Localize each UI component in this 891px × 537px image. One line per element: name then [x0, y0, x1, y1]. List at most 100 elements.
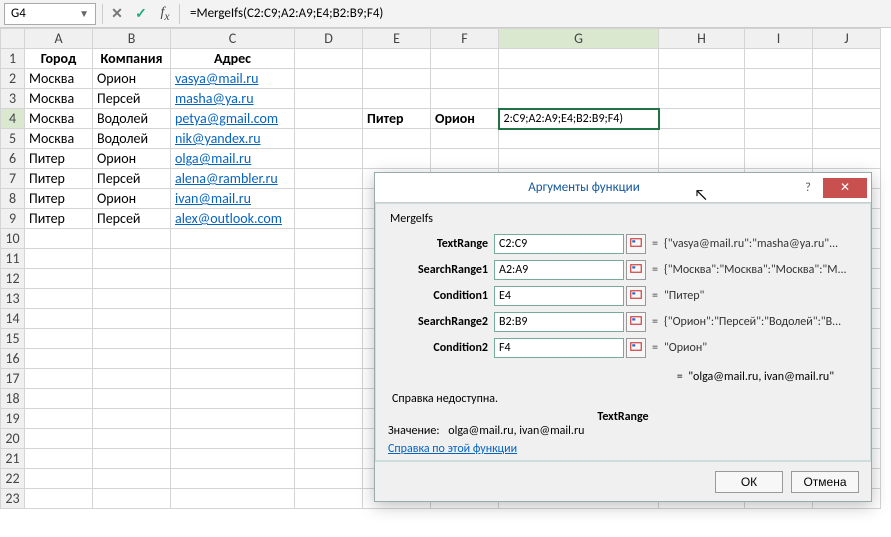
range-selector-icon[interactable] [626, 260, 646, 280]
column-header-F[interactable]: F [431, 29, 499, 49]
cell-C5[interactable]: nik@yandex.ru [171, 129, 295, 149]
cell-E1[interactable] [363, 49, 431, 69]
cell-A15[interactable] [25, 329, 93, 349]
cell-B23[interactable] [93, 489, 171, 509]
insert-function-button[interactable]: fx [153, 3, 177, 25]
range-selector-icon[interactable] [626, 286, 646, 306]
cell-D13[interactable] [295, 289, 363, 309]
cell-I2[interactable] [745, 69, 813, 89]
select-all-corner[interactable] [1, 29, 25, 49]
name-box-dropdown-icon[interactable]: ▼ [79, 7, 89, 20]
cell-D8[interactable] [295, 189, 363, 209]
cell-A7[interactable]: Питер [25, 169, 93, 189]
cell-D17[interactable] [295, 369, 363, 389]
cell-A9[interactable]: Питер [25, 209, 93, 229]
dialog-close-button[interactable]: ✕ [823, 178, 867, 198]
cell-D18[interactable] [295, 389, 363, 409]
cell-B15[interactable] [93, 329, 171, 349]
cell-B18[interactable] [93, 389, 171, 409]
cell-D16[interactable] [295, 349, 363, 369]
cell-D7[interactable] [295, 169, 363, 189]
cell-I4[interactable] [745, 109, 813, 129]
cell-J5[interactable] [813, 129, 881, 149]
cell-A21[interactable] [25, 449, 93, 469]
column-header-J[interactable]: J [813, 29, 881, 49]
row-header-20[interactable]: 20 [1, 429, 25, 449]
cell-B20[interactable] [93, 429, 171, 449]
cell-B11[interactable] [93, 249, 171, 269]
cell-C9[interactable]: alex@outlook.com [171, 209, 295, 229]
cell-A14[interactable] [25, 309, 93, 329]
cell-E5[interactable] [363, 129, 431, 149]
cell-E4[interactable]: Питер [363, 109, 431, 129]
cell-C1[interactable]: Адрес [171, 49, 295, 69]
cell-C7[interactable]: alena@rambler.ru [171, 169, 295, 189]
cell-G1[interactable] [499, 49, 659, 69]
cancel-button[interactable]: Отмена [791, 471, 859, 493]
cell-D3[interactable] [295, 89, 363, 109]
cell-F5[interactable] [431, 129, 499, 149]
row-header-9[interactable]: 9 [1, 209, 25, 229]
cell-B16[interactable] [93, 349, 171, 369]
row-header-22[interactable]: 22 [1, 469, 25, 489]
cell-B10[interactable] [93, 229, 171, 249]
cell-A16[interactable] [25, 349, 93, 369]
cell-C3[interactable]: masha@ya.ru [171, 89, 295, 109]
cell-J3[interactable] [813, 89, 881, 109]
cell-D23[interactable] [295, 489, 363, 509]
formula-input[interactable]: =MergeIfs(C2:C9;A2:A9;E4;B2:B9;F4) [182, 6, 891, 21]
cell-D1[interactable] [295, 49, 363, 69]
cell-A8[interactable]: Питер [25, 189, 93, 209]
cell-D19[interactable] [295, 409, 363, 429]
arg-input-condition2[interactable]: F4 [494, 338, 624, 358]
row-header-10[interactable]: 10 [1, 229, 25, 249]
cell-C2[interactable]: vasya@mail.ru [171, 69, 295, 89]
column-header-D[interactable]: D [295, 29, 363, 49]
row-header-1[interactable]: 1 [1, 49, 25, 69]
cell-G4[interactable]: 2:C9;A2:A9;E4;B2:B9;F4) [499, 109, 659, 129]
column-header-E[interactable]: E [363, 29, 431, 49]
row-header-15[interactable]: 15 [1, 329, 25, 349]
cell-C20[interactable] [171, 429, 295, 449]
row-header-14[interactable]: 14 [1, 309, 25, 329]
cell-B5[interactable]: Водолей [93, 129, 171, 149]
cell-B22[interactable] [93, 469, 171, 489]
range-selector-icon[interactable] [626, 312, 646, 332]
row-header-18[interactable]: 18 [1, 389, 25, 409]
cell-B7[interactable]: Персей [93, 169, 171, 189]
cell-C23[interactable] [171, 489, 295, 509]
cell-A5[interactable]: Москва [25, 129, 93, 149]
cell-H1[interactable] [659, 49, 745, 69]
cell-C4[interactable]: petya@gmail.com [171, 109, 295, 129]
arg-input-textrange[interactable]: C2:C9 [494, 234, 624, 254]
cell-C16[interactable] [171, 349, 295, 369]
cell-D6[interactable] [295, 149, 363, 169]
arg-input-condition1[interactable]: E4 [494, 286, 624, 306]
range-selector-icon[interactable] [626, 234, 646, 254]
cell-D4[interactable] [295, 109, 363, 129]
cell-A11[interactable] [25, 249, 93, 269]
cell-C15[interactable] [171, 329, 295, 349]
cell-B13[interactable] [93, 289, 171, 309]
column-header-A[interactable]: A [25, 29, 93, 49]
cell-C18[interactable] [171, 389, 295, 409]
cell-B17[interactable] [93, 369, 171, 389]
cell-D21[interactable] [295, 449, 363, 469]
cell-J1[interactable] [813, 49, 881, 69]
row-header-6[interactable]: 6 [1, 149, 25, 169]
cell-D20[interactable] [295, 429, 363, 449]
name-box[interactable]: G4 ▼ [4, 3, 96, 25]
column-header-I[interactable]: I [745, 29, 813, 49]
cell-A23[interactable] [25, 489, 93, 509]
row-header-13[interactable]: 13 [1, 289, 25, 309]
cell-C22[interactable] [171, 469, 295, 489]
row-header-5[interactable]: 5 [1, 129, 25, 149]
cell-C11[interactable] [171, 249, 295, 269]
row-header-12[interactable]: 12 [1, 269, 25, 289]
cell-H5[interactable] [659, 129, 745, 149]
column-header-C[interactable]: C [171, 29, 295, 49]
cell-D5[interactable] [295, 129, 363, 149]
cell-A12[interactable] [25, 269, 93, 289]
cell-A17[interactable] [25, 369, 93, 389]
cell-D11[interactable] [295, 249, 363, 269]
